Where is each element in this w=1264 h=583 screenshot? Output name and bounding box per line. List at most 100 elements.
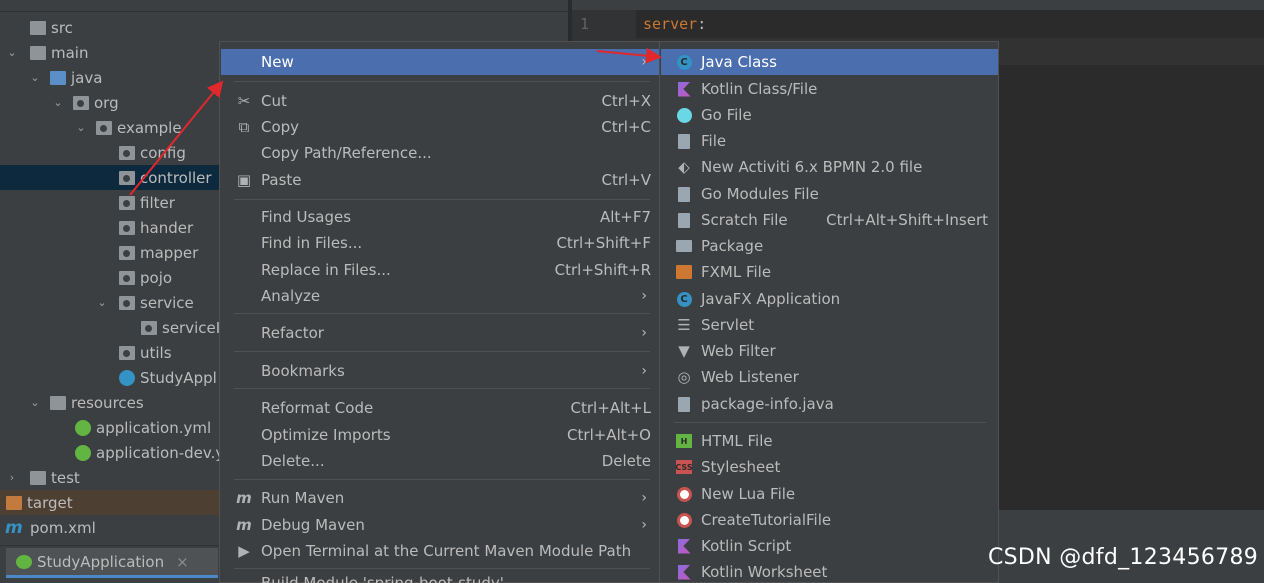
submenu-item-java-class[interactable]: C Java Class (661, 49, 998, 75)
menu-item-analyze[interactable]: Analyze › (221, 283, 659, 309)
menu-item-label: Servlet (701, 316, 755, 334)
menu-item-bookmarks[interactable]: Bookmarks › (221, 358, 659, 384)
tree-row-label: service (140, 293, 194, 312)
menu-item-label: Go Modules File (701, 185, 819, 203)
menu-item-label: Open Terminal at the Current Maven Modul… (261, 542, 632, 560)
tree-row-label: application.yml (96, 418, 212, 437)
menu-item-label: Run Maven (261, 489, 345, 507)
menu-item-reformat-code[interactable]: Reformat Code Ctrl+Alt+L (221, 395, 659, 421)
chevron-right-icon: › (641, 517, 647, 533)
source-folder-icon (50, 70, 66, 85)
menu-item-new[interactable]: New › (221, 49, 659, 75)
menu-item-shortcut: Ctrl+Shift+R (554, 261, 651, 279)
run-tab[interactable]: StudyApplication × (6, 548, 218, 578)
submenu-item-javafx[interactable]: C JavaFX Application (661, 286, 998, 312)
tree-row-label: pojo (140, 268, 173, 287)
submenu-item-stylesheet[interactable]: CSS Stylesheet (661, 454, 998, 480)
folder-icon (30, 470, 46, 485)
chevron-down-icon[interactable]: ⌄ (73, 121, 89, 134)
spring-boot-run-icon (16, 554, 32, 569)
menu-item-label: Reformat Code (261, 399, 374, 417)
chevron-down-icon[interactable]: ⌄ (27, 396, 43, 409)
tree-row-label: config (140, 143, 186, 162)
submenu-item-fxml[interactable]: FXML File (661, 259, 998, 285)
filter-icon: ▼ (678, 342, 690, 360)
chevron-down-icon[interactable]: ⌄ (50, 96, 66, 109)
menu-item-copy[interactable]: ⧉ Copy Ctrl+C (221, 114, 659, 140)
menu-separator (234, 199, 650, 200)
tree-row-label: mapper (140, 243, 199, 262)
menu-item-label: Package (701, 237, 764, 255)
tree-row-src[interactable]: src (0, 15, 568, 40)
submenu-item-scratch-file[interactable]: Scratch File Ctrl+Alt+Shift+Insert (661, 207, 998, 233)
tree-row-label: org (94, 93, 119, 112)
package-info-icon (675, 395, 693, 413)
submenu-item-web-filter[interactable]: ▼ Web Filter (661, 338, 998, 364)
submenu-item-html-file[interactable]: H HTML File (661, 428, 998, 454)
submenu-item-go-modules[interactable]: Go Modules File (661, 181, 998, 207)
submenu-item-bpmn[interactable]: ⬖ New Activiti 6.x BPMN 2.0 file (661, 154, 998, 180)
menu-item-label: Web Listener (701, 368, 799, 386)
menu-item-refactor[interactable]: Refactor › (221, 320, 659, 346)
submenu-item-package-info[interactable]: package-info.java (661, 391, 998, 417)
submenu-item-kotlin-worksheet[interactable]: Kotlin Worksheet (661, 559, 998, 583)
menu-item-label: CreateTutorialFile (701, 511, 832, 529)
menu-item-find-usages[interactable]: Find Usages Alt+F7 (221, 204, 659, 230)
menu-item-label: Go File (701, 106, 752, 124)
bpmn-icon: ⬖ (678, 158, 690, 176)
menu-item-shortcut: Ctrl+Alt+L (570, 399, 652, 417)
chevron-down-icon[interactable]: ⌄ (94, 296, 110, 309)
excluded-folder-icon (6, 495, 22, 510)
package-icon (119, 270, 135, 285)
menu-item-label: Stylesheet (701, 458, 781, 476)
menu-item-run-maven[interactable]: m Run Maven › (221, 485, 659, 511)
submenu-item-package[interactable]: Package (661, 233, 998, 259)
chevron-right-icon: › (641, 490, 647, 506)
menu-item-label: Kotlin Class/File (701, 80, 818, 98)
menu-item-label: File (701, 132, 727, 150)
lua-icon (675, 485, 693, 503)
menu-item-open-terminal[interactable]: ▶ Open Terminal at the Current Maven Mod… (221, 538, 659, 564)
menu-item-paste[interactable]: ▣ Paste Ctrl+V (221, 167, 659, 193)
submenu-item-file[interactable]: File (661, 128, 998, 154)
scratch-file-icon (675, 211, 693, 229)
menu-item-label: New Activiti 6.x BPMN 2.0 file (701, 158, 923, 176)
submenu-item-lua-file[interactable]: New Lua File (661, 481, 998, 507)
menu-item-label: HTML File (701, 432, 773, 450)
menu-item-copy-path[interactable]: Copy Path/Reference... (221, 140, 659, 166)
submenu-item-web-listener[interactable]: ◎ Web Listener (661, 364, 998, 390)
chevron-down-icon[interactable]: ⌄ (27, 71, 43, 84)
menu-item-optimize-imports[interactable]: Optimize Imports Ctrl+Alt+O (221, 422, 659, 448)
menu-separator (234, 388, 650, 389)
close-icon[interactable]: × (176, 553, 189, 571)
chevron-right-icon[interactable]: › (4, 471, 20, 484)
chevron-down-icon[interactable]: ⌄ (4, 46, 20, 59)
menu-item-shortcut: Ctrl+Shift+F (556, 234, 651, 252)
menu-item-delete[interactable]: Delete... Delete (221, 448, 659, 474)
menu-item-replace-in-files[interactable]: Replace in Files... Ctrl+Shift+R (221, 257, 659, 283)
menu-item-find-in-files[interactable]: Find in Files... Ctrl+Shift+F (221, 230, 659, 256)
menu-item-cut[interactable]: ✂ Cut Ctrl+X (221, 88, 659, 114)
package-icon (96, 120, 112, 135)
submenu-item-kotlin-script[interactable]: Kotlin Script (661, 533, 998, 559)
menu-item-label: Find in Files... (261, 234, 363, 252)
maven-debug-icon: m (236, 516, 252, 534)
menu-item-label: Bookmarks (261, 362, 345, 380)
submenu-item-go-file[interactable]: Go File (661, 102, 998, 128)
menu-item-label: New Lua File (701, 485, 796, 503)
tree-row-label: example (117, 118, 182, 137)
menu-item-build-module[interactable]: Build Module 'spring-boot-study' (221, 572, 659, 583)
submenu-item-kotlin-class[interactable]: Kotlin Class/File (661, 76, 998, 102)
menu-separator (234, 479, 650, 480)
submenu-item-servlet[interactable]: ☰ Servlet (661, 312, 998, 338)
menu-item-shortcut: Delete (601, 452, 651, 470)
menu-item-debug-maven[interactable]: m Debug Maven › (221, 512, 659, 538)
submenu-item-create-tutorial[interactable]: CreateTutorialFile (661, 507, 998, 533)
menu-item-label: Paste (261, 171, 302, 189)
menu-item-label: Java Class (701, 53, 777, 71)
scissors-icon: ✂ (237, 92, 251, 110)
tree-row-label: serviceI (162, 318, 221, 337)
code-line[interactable]: server: (643, 15, 706, 33)
resources-folder-icon (50, 395, 66, 410)
menu-item-label: package-info.java (701, 395, 834, 413)
